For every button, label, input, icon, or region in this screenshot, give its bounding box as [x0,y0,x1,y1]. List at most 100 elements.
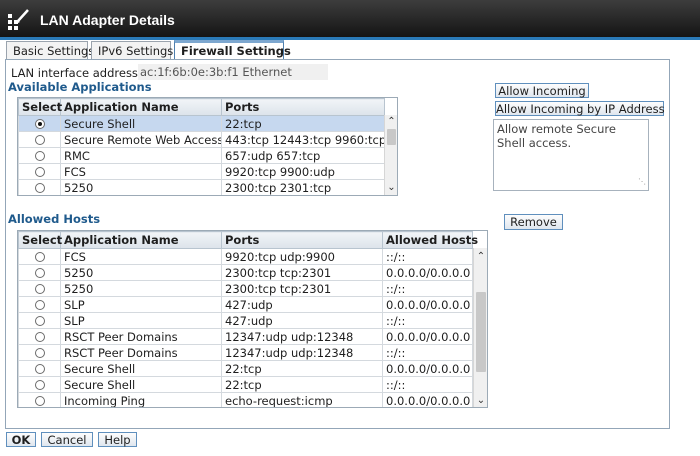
row-select-cell [18,179,61,195]
cell-hosts: ::/:: [382,312,473,329]
table-header-row: Select Application Name Ports [18,98,385,116]
row-select-radio[interactable] [34,268,45,278]
row-select-radio[interactable] [34,364,45,374]
table-row[interactable]: RSCT Peer Domains 12347:udp udp:12348::/:… [18,344,473,361]
cell-name: Secure Shell [60,115,222,132]
column-header-application-name[interactable]: Application Name [60,231,222,249]
column-header-application-name[interactable]: Application Name [60,98,222,116]
cell-hosts: ::/:: [382,376,473,393]
row-select-cell [18,248,61,265]
cell-name: SLP [60,312,222,329]
table-row[interactable]: Incoming Ping echo-request:icmp 0.0.0.0/0.… [18,392,473,407]
allow-incoming-button[interactable]: Allow Incoming [495,83,589,98]
cell-name: Secure Shell [60,360,222,377]
row-select-radio[interactable] [34,151,45,161]
table-row[interactable]: RSCT Peer Domains 12347:udp udp:12348 0.0.… [18,328,473,345]
row-select-cell [18,147,61,164]
tab-basic-settings[interactable]: Basic Settings [6,41,94,59]
available-applications-table: Select Application Name Ports Secure She… [17,97,398,196]
cell-name: 5250 [60,264,222,281]
row-select-cell [18,264,61,281]
table-row[interactable]: Secure Remote Web Access 443:tcp 12443:tc… [18,131,385,148]
cell-ports: 2300:tcp tcp:2301 [221,280,383,297]
cancel-button[interactable]: Cancel [41,432,93,447]
row-select-radio[interactable] [34,119,45,129]
scrollbar-thumb[interactable] [476,292,486,372]
table-row[interactable]: SLP 427:udp::/:: [18,312,473,329]
row-select-radio[interactable] [34,284,45,294]
row-select-cell [18,392,61,407]
column-header-allowed-hosts[interactable]: Allowed Hosts [382,231,478,249]
cell-ports: 657:udp 657:tcp [221,147,385,164]
cell-hosts: ::/:: [382,248,473,265]
window-title: LAN Adapter Details [40,12,175,28]
application-description: Allow remote Secure Shell access. [497,122,616,150]
row-select-cell [18,163,61,180]
table-row[interactable]: FCS 9920:tcp 9900:udp [18,163,385,180]
column-header-select[interactable]: Select [18,231,62,249]
row-select-cell [18,344,61,361]
cell-ports: 443:tcp 12443:tcp 9960:tcp [221,131,385,148]
row-select-radio[interactable] [34,380,45,390]
remove-button[interactable]: Remove [504,214,563,230]
cell-name: Secure Shell [60,376,222,393]
row-select-radio[interactable] [34,252,45,262]
available-scrollbar[interactable]: ⌃ ⌄ [384,115,397,195]
row-select-radio[interactable] [34,316,45,326]
row-select-cell [18,360,61,377]
lan-address-label: LAN interface address: [11,66,142,80]
row-select-radio[interactable] [34,167,45,177]
column-header-ports[interactable]: Ports [221,231,383,249]
title-bar: LAN Adapter Details [0,0,700,40]
table-row[interactable]: Secure Shell 22:tcp [18,115,385,132]
cell-name: Secure Remote Web Access [60,131,222,148]
table-row[interactable]: 5250 2300:tcp tcp:2301::/:: [18,280,473,297]
table-row[interactable]: 5250 2300:tcp 2301:tcp [18,179,385,195]
row-select-radio[interactable] [34,300,45,310]
cell-name: RMC [60,147,222,164]
cell-hosts: 0.0.0.0/0.0.0.0 [382,392,473,407]
cell-name: Incoming Ping [60,392,222,407]
row-select-cell [18,376,61,393]
row-select-cell [18,115,61,132]
tab-ipv6-settings[interactable]: IPv6 Settings [91,41,173,59]
column-header-select[interactable]: Select [18,98,62,116]
row-select-radio[interactable] [34,332,45,342]
table-row[interactable]: RMC 657:udp 657:tcp [18,147,385,164]
allow-incoming-by-ip-button[interactable]: Allow Incoming by IP Address [495,101,665,116]
available-applications-heading: Available Applications [8,80,152,94]
chevron-up-icon[interactable]: ⌃ [385,115,397,129]
chevron-down-icon[interactable]: ⌄ [385,181,397,195]
allowed-hosts-table: Select Application Name Ports Allowed Ho… [17,230,488,408]
scrollbar-thumb[interactable] [387,129,396,145]
cell-name: RSCT Peer Domains [60,344,222,361]
table-row[interactable]: Secure Shell 22:tcp 0.0.0.0/0.0.0.0 [18,360,473,377]
cell-hosts: ::/:: [382,344,473,361]
table-row[interactable]: 5250 2300:tcp tcp:2301 0.0.0.0/0.0.0.0 [18,264,473,281]
table-row[interactable]: SLP 427:udp 0.0.0.0/0.0.0.0 [18,296,473,313]
cell-hosts: 0.0.0.0/0.0.0.0 [382,264,473,281]
table-row[interactable]: Secure Shell 22:tcp::/:: [18,376,473,393]
help-button[interactable]: Help [98,432,137,447]
row-select-radio[interactable] [34,183,45,193]
chevron-up-icon[interactable]: ⌃ [474,250,487,264]
allowed-hosts-scrollbar[interactable]: ⌃ ⌄ [473,248,487,407]
row-select-cell [18,312,61,329]
cell-hosts: ::/:: [382,280,473,297]
cell-ports: 9920:tcp 9900:udp [221,163,385,180]
column-header-ports[interactable]: Ports [221,98,385,116]
row-select-radio[interactable] [34,135,45,145]
row-select-radio[interactable] [34,348,45,358]
cell-name: 5250 [60,179,222,195]
resize-grip-icon[interactable]: ⋱ [638,175,646,189]
ok-button[interactable]: OK [6,432,36,447]
row-select-radio[interactable] [34,396,45,406]
row-select-cell [18,328,61,345]
cell-ports: 22:tcp [221,376,383,393]
application-description-textarea[interactable]: Allow remote Secure Shell access. ⋱ [493,119,649,191]
chevron-down-icon[interactable]: ⌄ [474,394,487,407]
table-row[interactable]: FCS 9920:tcp udp:9900::/:: [18,248,473,265]
allowed-hosts-heading: Allowed Hosts [8,212,101,226]
cell-name: SLP [60,296,222,313]
tab-firewall-settings[interactable]: Firewall Settings [174,40,291,60]
